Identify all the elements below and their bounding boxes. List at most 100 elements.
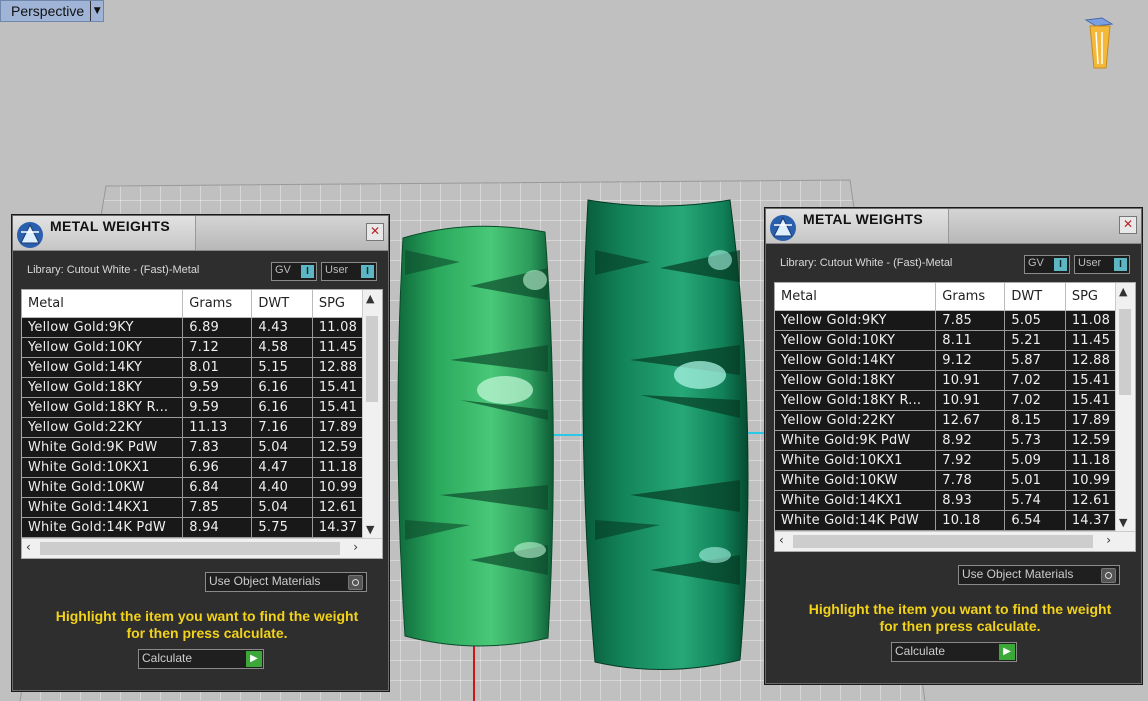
table-row[interactable]: White Gold:10KW 6.84 4.40 10.99: [22, 477, 382, 498]
calculate-button[interactable]: Calculate ▶: [138, 649, 264, 669]
cell-dwt[interactable]: 6.54: [1004, 510, 1066, 531]
cell-dwt[interactable]: 6.16: [251, 397, 313, 418]
table-row[interactable]: Yellow Gold:18KY 10.91 7.02 15.41: [775, 370, 1135, 391]
table-row[interactable]: Yellow Gold:14KY 9.12 5.87 12.88: [775, 350, 1135, 371]
use-object-materials-checkbox[interactable]: Use Object Materials: [205, 572, 367, 592]
cell-grams[interactable]: 12.67: [935, 410, 1006, 431]
cell-metal[interactable]: White Gold:14K PdW: [775, 510, 937, 531]
cell-grams[interactable]: 6.96: [182, 457, 253, 478]
cell-dwt[interactable]: 4.43: [251, 317, 313, 338]
vertical-scrollbar[interactable]: ▲ ▼: [1115, 283, 1135, 531]
cell-grams[interactable]: 9.12: [935, 350, 1006, 371]
table-row[interactable]: Yellow Gold:10KY 8.11 5.21 11.45: [775, 330, 1135, 351]
col-header-dwt[interactable]: DWT: [1004, 283, 1066, 311]
cell-grams[interactable]: 6.89: [182, 317, 253, 338]
cell-dwt[interactable]: 6.16: [251, 377, 313, 398]
cell-grams[interactable]: 7.12: [182, 337, 253, 358]
table-row[interactable]: White Gold:14KX1 7.85 5.04 12.61: [22, 497, 382, 518]
cell-metal[interactable]: Yellow Gold:9KY: [22, 317, 184, 338]
table-row[interactable]: Yellow Gold:10KY 7.12 4.58 11.45: [22, 337, 382, 358]
cell-grams[interactable]: 8.93: [935, 490, 1006, 511]
cell-grams[interactable]: 8.01: [182, 357, 253, 378]
scroll-left-icon[interactable]: ‹: [779, 533, 784, 547]
table-row[interactable]: White Gold:9K PdW 8.92 5.73 12.59: [775, 430, 1135, 451]
gv-toggle[interactable]: GV I: [271, 262, 317, 281]
cell-metal[interactable]: White Gold:14K PdW: [22, 517, 184, 538]
cell-dwt[interactable]: 5.87: [1004, 350, 1066, 371]
cell-dwt[interactable]: 8.15: [1004, 410, 1066, 431]
scroll-thumb[interactable]: [40, 542, 340, 555]
cell-dwt[interactable]: 4.58: [251, 337, 313, 358]
cell-metal[interactable]: Yellow Gold:10KY: [775, 330, 937, 351]
use-object-materials-checkbox[interactable]: Use Object Materials: [958, 565, 1120, 585]
table-row[interactable]: White Gold:10KX1 6.96 4.47 11.18: [22, 457, 382, 478]
cell-dwt[interactable]: 5.04: [251, 497, 313, 518]
cell-dwt[interactable]: 7.02: [1004, 370, 1066, 391]
cell-dwt[interactable]: 7.02: [1004, 390, 1066, 411]
cell-metal[interactable]: White Gold:10KW: [22, 477, 184, 498]
user-toggle[interactable]: User I: [321, 262, 377, 281]
cell-metal[interactable]: Yellow Gold:9KY: [775, 310, 937, 331]
cell-dwt[interactable]: 4.40: [251, 477, 313, 498]
table-row[interactable]: Yellow Gold:18KY 9.59 6.16 15.41: [22, 377, 382, 398]
table-row[interactable]: White Gold:14K PdW 8.94 5.75 14.37: [22, 517, 382, 538]
cell-dwt[interactable]: 4.47: [251, 457, 313, 478]
viewport-label-menu[interactable]: Perspective ▼: [0, 0, 105, 22]
scroll-up-icon[interactable]: ▲: [366, 292, 374, 305]
close-button[interactable]: ✕: [1119, 216, 1137, 234]
cell-dwt[interactable]: 5.04: [251, 437, 313, 458]
cell-grams[interactable]: 7.92: [935, 450, 1006, 471]
scroll-thumb[interactable]: [1119, 309, 1131, 395]
cell-grams[interactable]: 6.84: [182, 477, 253, 498]
cell-grams[interactable]: 7.78: [935, 470, 1006, 491]
col-header-dwt[interactable]: DWT: [251, 290, 313, 318]
cell-grams[interactable]: 7.85: [935, 310, 1006, 331]
dropdown-arrow-icon[interactable]: ▼: [90, 1, 103, 21]
cell-metal[interactable]: White Gold:10KX1: [775, 450, 937, 471]
scroll-right-icon[interactable]: ›: [353, 540, 358, 554]
cell-dwt[interactable]: 5.15: [251, 357, 313, 378]
metals-table[interactable]: Metal Grams DWT SPG Yellow Gold:9KY 7.85 5…: [774, 282, 1136, 552]
metals-table[interactable]: Metal Grams DWT SPG Yellow Gold:9KY 6.89 4…: [21, 289, 383, 559]
cell-metal[interactable]: Yellow Gold:18KY R...: [22, 397, 184, 418]
cell-metal[interactable]: White Gold:14KX1: [775, 490, 937, 511]
horizontal-scrollbar[interactable]: ‹ ›: [22, 538, 382, 558]
cell-grams[interactable]: 8.92: [935, 430, 1006, 451]
cell-metal[interactable]: White Gold:10KW: [775, 470, 937, 491]
cell-metal[interactable]: White Gold:9K PdW: [22, 437, 184, 458]
cell-metal[interactable]: Yellow Gold:18KY: [22, 377, 184, 398]
cell-dwt[interactable]: 5.75: [251, 517, 313, 538]
table-row[interactable]: Yellow Gold:14KY 8.01 5.15 12.88: [22, 357, 382, 378]
horizontal-scrollbar[interactable]: ‹ ›: [775, 531, 1135, 551]
col-header-grams[interactable]: Grams: [182, 290, 253, 318]
scroll-up-icon[interactable]: ▲: [1119, 285, 1127, 298]
calculate-button[interactable]: Calculate ▶: [891, 642, 1017, 662]
cell-metal[interactable]: White Gold:14KX1: [22, 497, 184, 518]
cell-dwt[interactable]: 5.09: [1004, 450, 1066, 471]
view-gizmo-icon[interactable]: [1082, 16, 1116, 72]
table-row[interactable]: Yellow Gold:18KY R... 10.91 7.02 15.41: [775, 390, 1135, 411]
cell-dwt[interactable]: 5.74: [1004, 490, 1066, 511]
cell-grams[interactable]: 11.13: [182, 417, 253, 438]
cell-dwt[interactable]: 7.16: [251, 417, 313, 438]
cell-grams[interactable]: 9.59: [182, 397, 253, 418]
cell-grams[interactable]: 7.85: [182, 497, 253, 518]
cell-dwt[interactable]: 5.21: [1004, 330, 1066, 351]
cell-grams[interactable]: 10.91: [935, 390, 1006, 411]
scroll-down-icon[interactable]: ▼: [366, 523, 374, 536]
checkbox-icon[interactable]: [348, 575, 363, 590]
scroll-right-icon[interactable]: ›: [1106, 533, 1111, 547]
cell-grams[interactable]: 8.94: [182, 517, 253, 538]
table-row[interactable]: White Gold:14KX1 8.93 5.74 12.61: [775, 490, 1135, 511]
table-row[interactable]: Yellow Gold:9KY 7.85 5.05 11.08: [775, 310, 1135, 331]
scroll-thumb[interactable]: [366, 316, 378, 402]
cell-metal[interactable]: White Gold:10KX1: [22, 457, 184, 478]
table-row[interactable]: Yellow Gold:9KY 6.89 4.43 11.08: [22, 317, 382, 338]
col-header-metal[interactable]: Metal: [775, 283, 937, 311]
table-row[interactable]: White Gold:14K PdW 10.18 6.54 14.37: [775, 510, 1135, 531]
close-button[interactable]: ✕: [366, 223, 384, 241]
scroll-thumb[interactable]: [793, 535, 1093, 548]
scroll-down-icon[interactable]: ▼: [1119, 516, 1127, 529]
gv-toggle[interactable]: GV I: [1024, 255, 1070, 274]
cell-dwt[interactable]: 5.01: [1004, 470, 1066, 491]
